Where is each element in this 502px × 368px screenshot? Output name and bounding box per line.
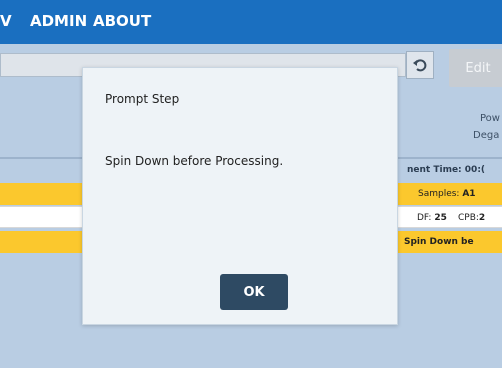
segment-time-label: nent Time: 00:( (407, 165, 486, 175)
cpb-value: 2 (478, 213, 486, 223)
prompt-row-text: Spin Down be (404, 237, 474, 247)
prompt-step-dialog: Prompt Step Spin Down before Processing.… (82, 67, 398, 325)
nav-item-about[interactable]: ABOUT (93, 12, 151, 30)
df-value: 25 (434, 213, 447, 223)
nav-item-admin[interactable]: ADMIN (30, 12, 87, 30)
degas-label: Dega (473, 130, 500, 141)
nav-item-partial[interactable]: V (0, 12, 12, 30)
dialog-message: Spin Down before Processing. (105, 154, 284, 168)
cpb-label: CPB:2 (458, 213, 486, 223)
ok-button[interactable]: OK (220, 274, 288, 310)
samples-label: Samples: A1 (418, 189, 476, 199)
dialog-title: Prompt Step (105, 92, 180, 106)
top-navbar: V ADMIN ABOUT (0, 0, 502, 44)
edit-button[interactable]: Edit (449, 49, 502, 87)
undo-icon (413, 59, 427, 72)
samples-value: A1 (462, 189, 476, 199)
df-label: DF: 25 (417, 213, 447, 223)
undo-button[interactable] (406, 51, 434, 79)
power-label: Pow (480, 113, 500, 124)
